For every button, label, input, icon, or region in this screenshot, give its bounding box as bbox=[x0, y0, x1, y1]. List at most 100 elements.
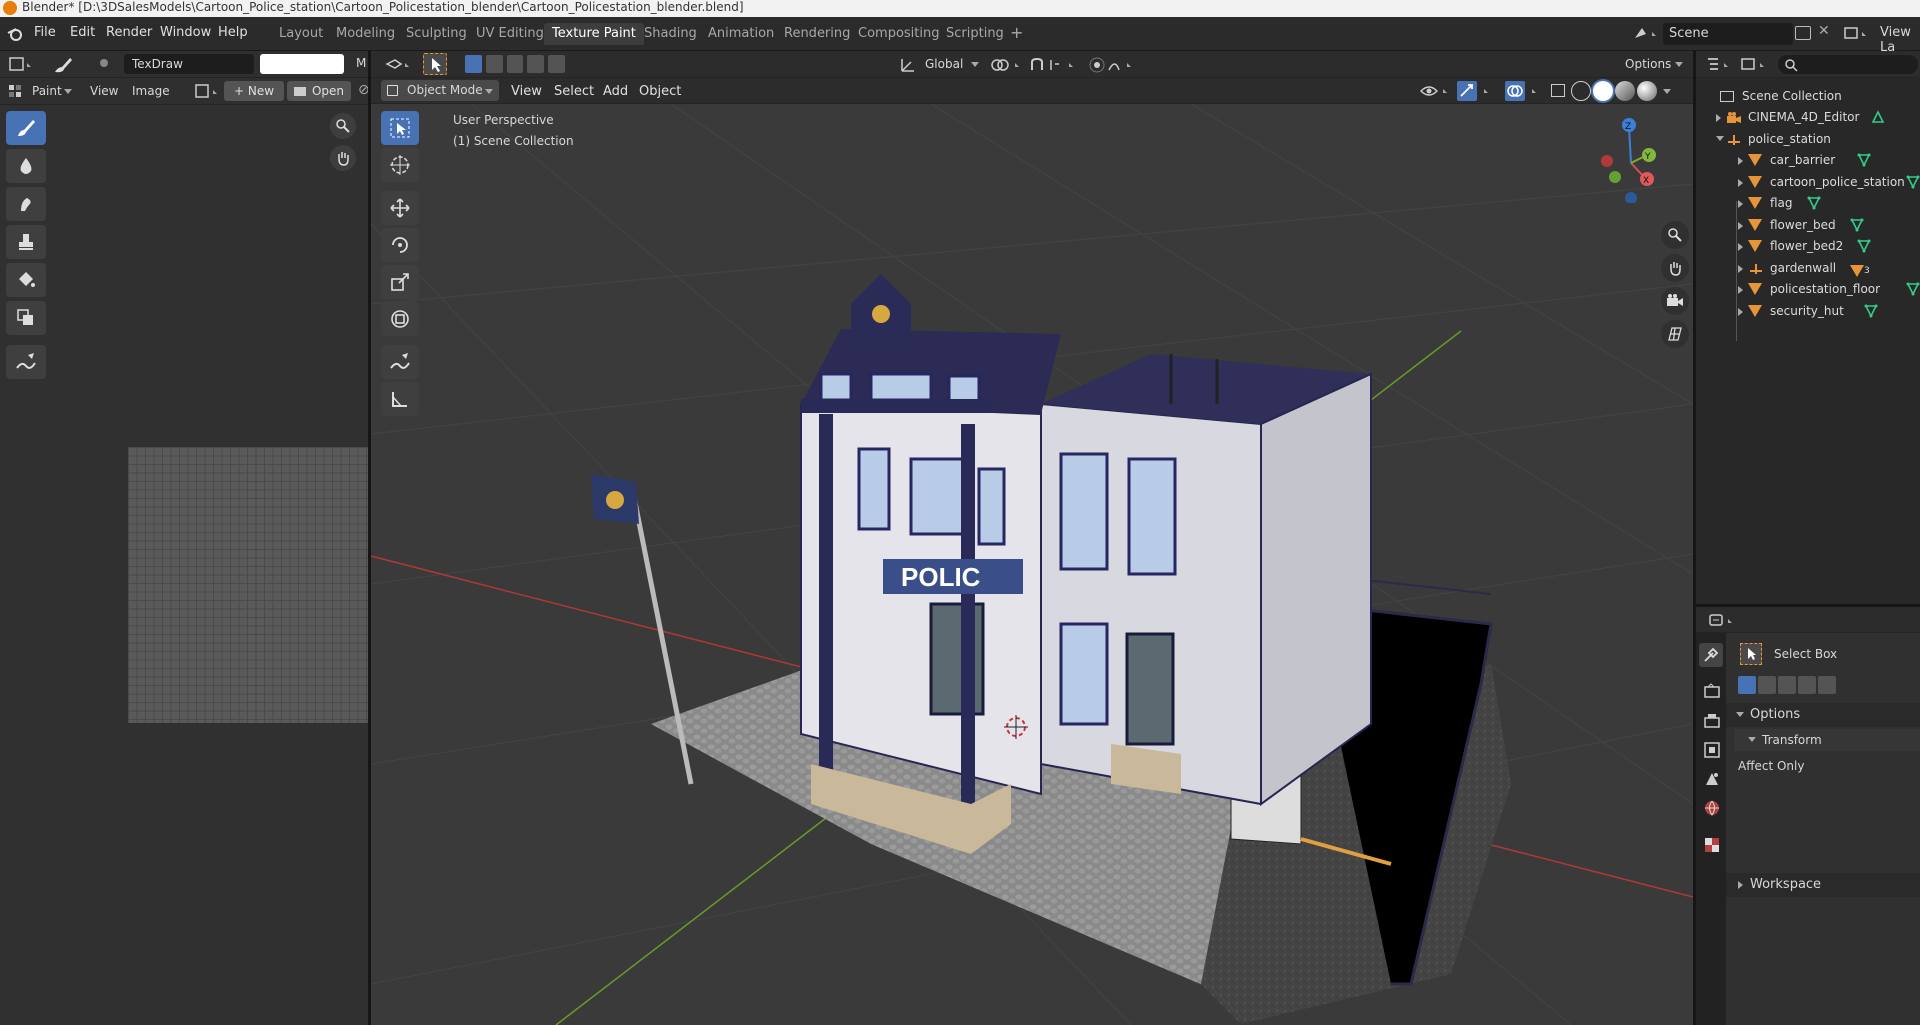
menu-select[interactable]: Select bbox=[554, 84, 594, 99]
collapse-icon[interactable] bbox=[1738, 157, 1743, 165]
cursor-tool[interactable] bbox=[381, 148, 419, 182]
subtract-selection-icon[interactable] bbox=[506, 55, 524, 73]
output-tab-icon[interactable] bbox=[1703, 712, 1721, 730]
brush-icon[interactable] bbox=[52, 55, 74, 75]
hand-pan-icon[interactable] bbox=[1661, 254, 1689, 282]
view-layer-icon[interactable] bbox=[1842, 24, 1872, 44]
new-scene-icon[interactable] bbox=[1795, 26, 1811, 40]
tab-layout[interactable]: Layout bbox=[271, 23, 331, 45]
xray-toggle-icon[interactable] bbox=[1551, 84, 1565, 97]
select-box-tool[interactable] bbox=[381, 111, 419, 145]
intersect-selection-icon[interactable] bbox=[548, 55, 565, 73]
scene-icon[interactable] bbox=[1632, 24, 1662, 44]
tab-texture-paint[interactable]: Texture Paint bbox=[544, 23, 644, 45]
outliner-search-input[interactable] bbox=[1778, 55, 1918, 74]
object-mode-dropdown[interactable]: Object Mode bbox=[381, 80, 499, 101]
smear-tool[interactable] bbox=[6, 187, 46, 221]
outliner-item-flower-bed2[interactable]: flower_bed2 bbox=[1696, 236, 1920, 257]
scene-tab-icon[interactable] bbox=[1703, 770, 1721, 788]
transform-tool[interactable] bbox=[381, 302, 419, 336]
rendered-shading-icon[interactable] bbox=[1637, 81, 1657, 101]
hand-pan-icon[interactable] bbox=[330, 145, 356, 171]
shading-mode-group[interactable] bbox=[1571, 81, 1679, 101]
annotate-tool[interactable] bbox=[381, 345, 419, 379]
new-image-button[interactable]: + New bbox=[224, 81, 284, 101]
scene-canvas[interactable]: POLIC bbox=[371, 104, 1693, 1025]
camera-view-icon[interactable] bbox=[1661, 287, 1689, 315]
menu-view[interactable]: View bbox=[90, 84, 118, 98]
outliner-item-cartoon-police-station[interactable]: cartoon_police_station bbox=[1696, 172, 1920, 193]
scale-tool[interactable] bbox=[381, 265, 419, 299]
collapse-icon[interactable] bbox=[1738, 243, 1743, 251]
mesh-data-icon[interactable] bbox=[1864, 304, 1878, 325]
menu-render[interactable]: Render bbox=[106, 25, 152, 40]
uv-grid[interactable] bbox=[128, 447, 368, 723]
tool-tab-icon[interactable] bbox=[1699, 643, 1723, 667]
close-scene-icon[interactable]: ✕ bbox=[1818, 23, 1830, 39]
tab-uv-editing[interactable]: UV Editing bbox=[468, 23, 552, 45]
gizmo-neg-x-icon[interactable] bbox=[1601, 155, 1613, 167]
navigation-gizmo[interactable]: Z X Y bbox=[1591, 113, 1671, 203]
tab-rendering[interactable]: Rendering bbox=[776, 23, 858, 45]
outliner-editor-icon[interactable] bbox=[1706, 56, 1734, 74]
outliner-item-flag[interactable]: flag bbox=[1696, 193, 1920, 214]
select-mode-group[interactable] bbox=[1738, 676, 1838, 694]
menu-window[interactable]: Window bbox=[160, 25, 211, 40]
zoom-icon[interactable] bbox=[1661, 221, 1689, 249]
select-cursor-icon[interactable] bbox=[423, 53, 447, 75]
move-tool[interactable] bbox=[381, 191, 419, 225]
outliner-item-police-station[interactable]: police_station bbox=[1696, 129, 1920, 150]
tab-scripting[interactable]: Scripting bbox=[938, 23, 1012, 45]
rotate-tool[interactable] bbox=[381, 228, 419, 262]
wireframe-shading-icon[interactable] bbox=[1571, 81, 1591, 101]
gizmo-toggle-icon[interactable] bbox=[1457, 81, 1495, 101]
collapse-icon[interactable] bbox=[1738, 200, 1743, 208]
set-selection-icon[interactable] bbox=[1738, 676, 1756, 694]
brush-color-swatch[interactable] bbox=[260, 54, 344, 74]
options-dropdown[interactable]: Options bbox=[1625, 57, 1671, 71]
image-browse-icon[interactable] bbox=[194, 83, 224, 101]
intersect-selection-icon[interactable] bbox=[1818, 676, 1836, 694]
outliner-item-flower-bed[interactable]: flower_bed bbox=[1696, 215, 1920, 236]
fill-tool[interactable] bbox=[6, 263, 46, 297]
gizmo-neg-z-icon[interactable] bbox=[1625, 192, 1637, 203]
tab-sculpting[interactable]: Sculpting bbox=[398, 23, 475, 45]
outliner-item-security-hut[interactable]: security_hut bbox=[1696, 301, 1920, 322]
select-box-tool-icon[interactable] bbox=[1740, 643, 1762, 665]
menu-add[interactable]: Add bbox=[603, 84, 628, 99]
collapse-icon[interactable] bbox=[1738, 178, 1743, 187]
workspace-panel-header[interactable]: Workspace bbox=[1726, 873, 1920, 897]
menu-help[interactable]: Help bbox=[218, 25, 248, 40]
solid-shading-icon[interactable] bbox=[1593, 81, 1613, 101]
scene-field[interactable]: Scene bbox=[1663, 23, 1793, 45]
mask-tool[interactable] bbox=[6, 301, 46, 335]
pivot-icon[interactable] bbox=[989, 56, 1025, 74]
display-mode-icon[interactable] bbox=[1740, 56, 1770, 74]
brush-name-field[interactable]: TexDraw bbox=[124, 54, 254, 74]
menu-file[interactable]: File bbox=[34, 25, 56, 40]
render-tab-icon[interactable] bbox=[1703, 683, 1721, 701]
snap-icon[interactable] bbox=[1029, 56, 1079, 74]
extend-selection-icon[interactable] bbox=[485, 55, 503, 73]
menu-edit[interactable]: Edit bbox=[70, 25, 95, 40]
menu-image[interactable]: Image bbox=[132, 84, 170, 98]
gizmo-neg-y-icon[interactable] bbox=[1609, 171, 1621, 183]
view-layer-tab-icon[interactable] bbox=[1703, 741, 1721, 759]
material-shading-icon[interactable] bbox=[1615, 81, 1635, 101]
tab-compositing[interactable]: Compositing bbox=[850, 23, 948, 45]
invert-selection-icon[interactable] bbox=[527, 55, 545, 73]
draw-tool[interactable] bbox=[6, 111, 46, 145]
3d-viewport[interactable]: Global Options Object Mode View Select A… bbox=[371, 51, 1693, 1025]
outliner-item-policestation-floor[interactable]: policestation_floor bbox=[1696, 279, 1920, 300]
visibility-eye-icon[interactable] bbox=[1419, 82, 1453, 100]
tab-animation[interactable]: Animation bbox=[700, 23, 782, 45]
transform-subpanel-header[interactable]: Transform bbox=[1734, 729, 1920, 751]
editor-type-icon[interactable] bbox=[385, 56, 415, 74]
subtract-selection-icon[interactable] bbox=[1778, 676, 1796, 694]
collapse-icon[interactable] bbox=[1738, 221, 1743, 230]
soften-tool[interactable] bbox=[6, 149, 46, 183]
menu-view[interactable]: View bbox=[511, 84, 542, 99]
tab-shading[interactable]: Shading bbox=[636, 23, 705, 45]
menu-object[interactable]: Object bbox=[639, 84, 681, 99]
add-workspace-icon[interactable]: + bbox=[1010, 23, 1023, 42]
